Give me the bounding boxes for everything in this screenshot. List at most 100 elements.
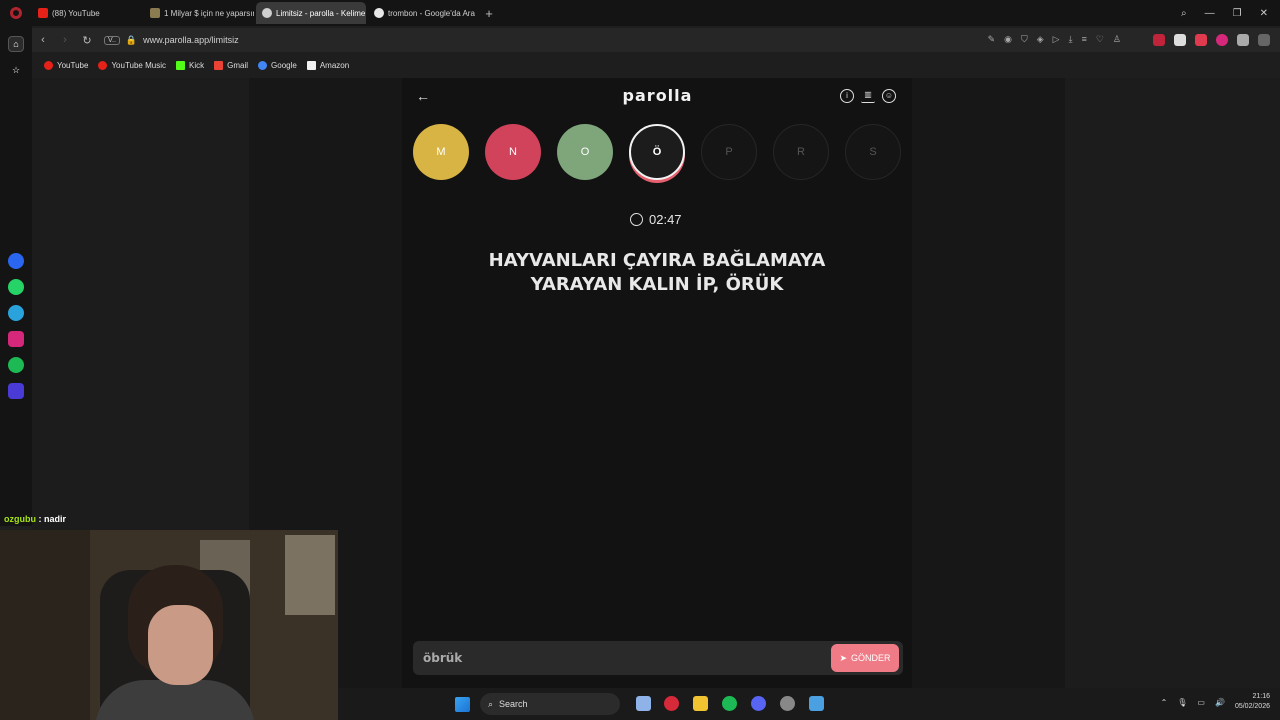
- youtube-icon: [38, 8, 48, 18]
- discord-icon[interactable]: [751, 696, 766, 711]
- shield-icon[interactable]: ⛉: [1021, 34, 1028, 46]
- video-icon: [150, 8, 160, 18]
- restore-icon[interactable]: ❐: [1233, 8, 1242, 19]
- question-line: YARAYAN KALIN İP, ÖRÜK: [530, 274, 784, 295]
- profile-icon[interactable]: ☺: [882, 89, 896, 103]
- tab-label: trombon - Google'da Ara: [388, 8, 475, 18]
- taskbar-search[interactable]: ⌕ Search: [480, 693, 620, 715]
- home-icon[interactable]: ⌂: [8, 36, 24, 52]
- extension-icon[interactable]: [1174, 34, 1186, 46]
- info-icon[interactable]: i: [840, 89, 854, 103]
- letter-label: R: [797, 146, 805, 158]
- play-icon[interactable]: ▷: [1053, 34, 1060, 46]
- camera-icon[interactable]: ◉: [1004, 34, 1012, 46]
- player-icon[interactable]: [8, 383, 24, 399]
- extension-icon[interactable]: [1216, 34, 1228, 46]
- extension-icon[interactable]: [1153, 34, 1165, 46]
- tray-chevron-icon[interactable]: ⌃: [1161, 698, 1168, 707]
- messenger-icon[interactable]: [8, 253, 24, 269]
- forward-icon[interactable]: ›: [54, 34, 76, 46]
- bookmark-icon[interactable]: ☆: [8, 62, 24, 78]
- spotify-icon[interactable]: [722, 696, 737, 711]
- tab-google-search[interactable]: trombon - Google'da Ara: [368, 2, 478, 24]
- whatsapp-icon[interactable]: [8, 279, 24, 295]
- reload-icon[interactable]: ↻: [76, 34, 98, 47]
- bookmark-youtube-music[interactable]: YouTube Music: [98, 60, 166, 70]
- parolla-icon: [262, 8, 272, 18]
- windows-start-icon[interactable]: [455, 697, 470, 712]
- bookmark-gmail[interactable]: Gmail: [214, 60, 249, 70]
- back-icon[interactable]: ‹: [32, 34, 54, 46]
- calculator-icon[interactable]: [809, 696, 824, 711]
- close-icon[interactable]: ✕: [1260, 8, 1268, 19]
- vpn-icon[interactable]: ◈: [1037, 34, 1044, 46]
- telegram-icon[interactable]: [8, 305, 24, 321]
- opera-logo-icon[interactable]: [0, 0, 32, 26]
- extension-icon[interactable]: [1195, 34, 1207, 46]
- search-tabs-icon[interactable]: ⌕: [1181, 8, 1187, 19]
- browser-sidebar: ⌂ ☆: [0, 26, 32, 526]
- heart-icon[interactable]: ♡: [1096, 34, 1104, 46]
- search-icon: ⌕: [488, 698, 494, 709]
- letter-circle-p: P: [701, 124, 757, 180]
- address-bar: ‹ › ↻ V.. 🔒 www.parolla.app/limitsiz ✎ ◉…: [32, 28, 1280, 52]
- letter-circle-n: N: [485, 124, 541, 180]
- bookmark-kick[interactable]: Kick: [176, 60, 204, 70]
- instagram-icon[interactable]: [8, 331, 24, 347]
- tab-parolla[interactable]: Limitsiz - parolla - Kelime: [256, 2, 366, 24]
- letter-label: S: [869, 146, 877, 158]
- youtube-icon: [44, 60, 53, 70]
- kick-icon: [176, 60, 185, 70]
- bookmark-youtube[interactable]: YouTube: [44, 60, 88, 70]
- chat-username: ozgubu: [4, 514, 36, 524]
- edit-icon[interactable]: ✎: [988, 34, 996, 46]
- browser-tab-bar: (88) YouTube 1 Milyar $ için ne yaparsın…: [0, 0, 1280, 26]
- back-arrow-icon[interactable]: ←: [416, 88, 430, 104]
- tab-label: Limitsiz - parolla - Kelime: [276, 8, 366, 18]
- webcam-feed: [0, 530, 338, 720]
- clock-time: 21:16: [1252, 693, 1270, 700]
- volume-icon[interactable]: 🔊: [1215, 698, 1225, 707]
- pin-icon[interactable]: ♙: [1113, 34, 1121, 46]
- question-text: HAYVANLARI ÇAYIRA BAĞLAMAYA YARAYAN KALI…: [440, 249, 874, 297]
- tab-label: (88) YouTube: [52, 8, 100, 18]
- tab-youtube[interactable]: (88) YouTube: [32, 2, 142, 24]
- tab-video[interactable]: 1 Milyar $ için ne yaparsın: [144, 2, 254, 24]
- menu-icon[interactable]: ≡: [1082, 34, 1087, 46]
- bookmark-label: Google: [271, 60, 297, 70]
- url-field[interactable]: www.parolla.app/limitsiz: [143, 35, 239, 45]
- windows-taskbar: ⌕ Search ⌃ 🎙 ▭ 🔊 21:16 05/02/2026: [338, 688, 1280, 720]
- bookmark-label: Amazon: [319, 60, 350, 70]
- system-clock[interactable]: 21:16 05/02/2026: [1235, 692, 1270, 712]
- display-icon[interactable]: ▭: [1197, 698, 1205, 707]
- taskview-icon[interactable]: [636, 696, 651, 711]
- new-tab-button[interactable]: +: [480, 6, 498, 21]
- gmail-icon: [214, 60, 224, 70]
- chat-text: : nadir: [38, 514, 67, 524]
- minimize-icon[interactable]: —: [1205, 8, 1215, 19]
- download-icon[interactable]: ⤓: [1069, 34, 1073, 46]
- letter-circle-m: M: [413, 124, 469, 180]
- opera-icon[interactable]: [664, 696, 679, 711]
- answer-input[interactable]: [423, 649, 723, 667]
- question-line: HAYVANLARI ÇAYIRA BAĞLAMAYA: [488, 250, 826, 271]
- amazon-icon: [306, 60, 316, 70]
- vpn-badge[interactable]: V..: [104, 35, 120, 45]
- bookmark-amazon[interactable]: Amazon: [306, 60, 350, 70]
- google-icon: [374, 8, 384, 18]
- microphone-icon[interactable]: 🎙: [1177, 698, 1187, 707]
- file-explorer-icon[interactable]: [693, 696, 708, 711]
- bookmark-label: Gmail: [227, 60, 249, 70]
- tab-label: 1 Milyar $ için ne yaparsın: [164, 8, 254, 18]
- ai-icon[interactable]: [1258, 34, 1270, 46]
- bookmark-google[interactable]: Google: [258, 60, 297, 70]
- stats-icon[interactable]: ▥: [861, 89, 875, 103]
- parolla-logo[interactable]: parolla: [600, 86, 715, 105]
- send-button[interactable]: ➤ GÖNDER: [831, 644, 899, 672]
- extension-icon[interactable]: [1237, 34, 1249, 46]
- letter-progress-row: M N O Ö P R S: [413, 124, 903, 184]
- obs-icon[interactable]: [780, 696, 795, 711]
- spotify-icon[interactable]: [8, 357, 24, 373]
- lock-icon: 🔒: [125, 34, 138, 45]
- letter-label: O: [580, 146, 590, 158]
